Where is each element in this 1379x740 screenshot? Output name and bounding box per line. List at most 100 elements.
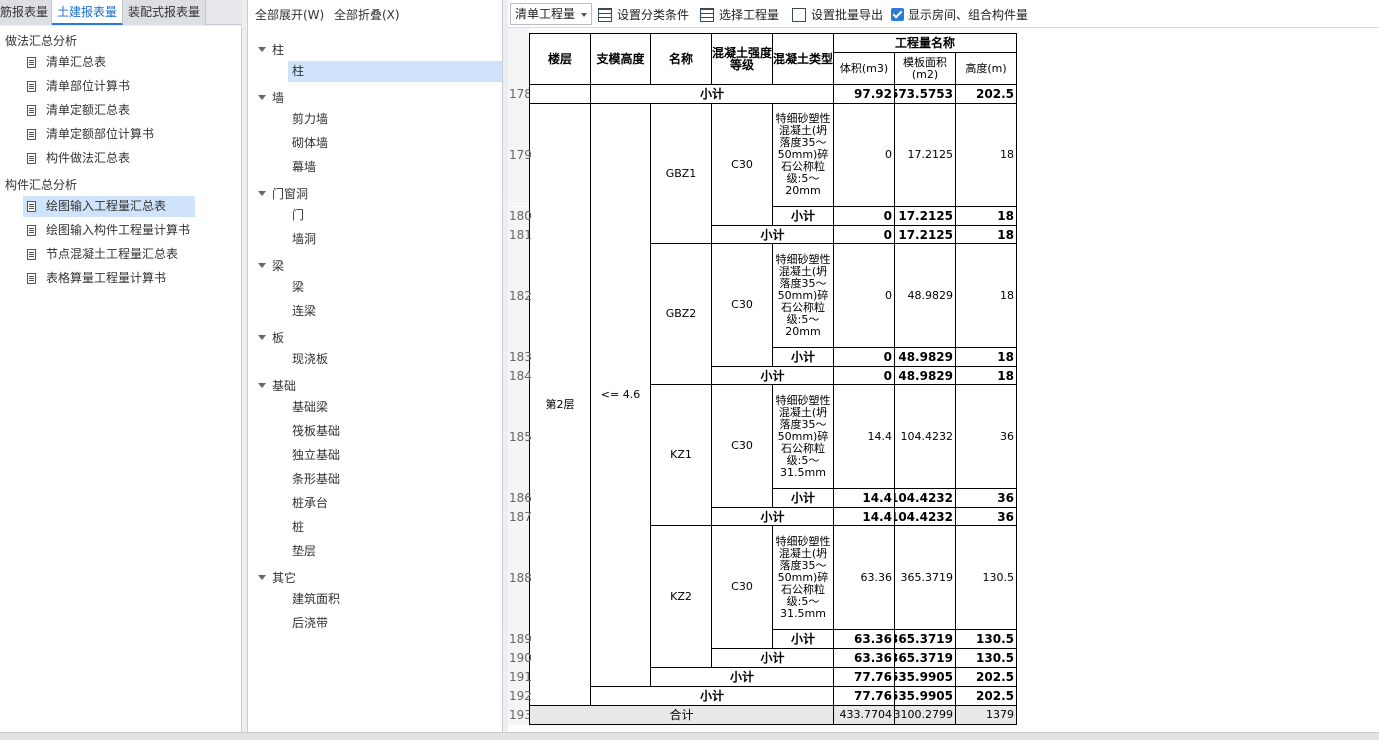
row-number: 178 (508, 85, 532, 104)
row-number: 184 (508, 367, 532, 385)
row-number: 191 (508, 668, 532, 687)
tree-category[interactable]: 其它 (258, 569, 296, 586)
component-name-cell: KZ1 (650, 384, 712, 526)
tree-leaf[interactable]: 独立基础 (288, 445, 344, 466)
tree-leaf[interactable]: 基础梁 (288, 397, 332, 418)
cell-area: 104.4232 (894, 384, 956, 489)
subtotal-label: 小计 (590, 686, 834, 706)
cell-area: 104.4232 (894, 488, 956, 508)
expanded-arrow-icon (258, 263, 266, 268)
row-number: 183 (508, 348, 532, 367)
subtotal-label: 小计 (590, 84, 834, 104)
report-item[interactable]: 清单汇总表 (23, 52, 110, 73)
tree-leaf[interactable]: 梁 (288, 277, 308, 298)
tree-leaf-selected[interactable]: 柱 (288, 61, 502, 82)
tree-category[interactable]: 基础 (258, 377, 296, 394)
cell-height: 18 (955, 347, 1017, 367)
tree-leaf[interactable]: 建筑面积 (288, 589, 344, 610)
tree-leaf[interactable]: 剪力墙 (288, 109, 332, 130)
cell-volume: 0 (833, 103, 895, 207)
subtotal-label: 小计 (711, 225, 834, 244)
cell-area: 365.3719 (894, 629, 956, 649)
subtotal-label: 小计 (650, 667, 834, 687)
tree-leaf[interactable]: 幕墙 (288, 157, 320, 178)
report-table-area: 楼层 支模高度 名称 混凝土强度等级 混凝土类型 工程量名称 体积(m3) 模板… (508, 28, 1379, 732)
tree-leaf[interactable]: 连梁 (288, 301, 320, 322)
report-item[interactable]: 清单定额汇总表 (23, 100, 134, 121)
report-item[interactable]: 节点混凝土工程量汇总表 (23, 244, 182, 265)
expand-all-button[interactable]: 全部展开(W) (255, 6, 324, 23)
tab-prefab-report[interactable]: 装配式报表量 (123, 0, 207, 25)
tree-category[interactable]: 柱 (258, 41, 284, 58)
group-component-summary[interactable]: 构件汇总分析 (5, 176, 77, 193)
row-number: 190 (508, 649, 532, 668)
header-formwork-area: 模板面积(m2) (894, 52, 956, 85)
header-concrete-type: 混凝土类型 (772, 33, 834, 85)
document-icon (27, 129, 36, 140)
cell-area: 17.2125 (894, 225, 956, 244)
subtotal-label: 小计 (711, 366, 834, 385)
report-item[interactable]: 清单部位计算书 (23, 76, 134, 97)
document-icon (27, 105, 36, 116)
tree-leaf[interactable]: 墙洞 (288, 229, 320, 250)
report-tabs: 筋报表量 土建报表量 装配式报表量 (0, 0, 242, 25)
report-item-selected[interactable]: 绘图输入工程量汇总表 (23, 196, 195, 217)
tree-leaf[interactable]: 桩承台 (288, 493, 332, 514)
tree-category[interactable]: 梁 (258, 257, 284, 274)
tree-leaf[interactable]: 垫层 (288, 541, 320, 562)
cell-area: 17.2125 (894, 206, 956, 226)
report-item[interactable]: 构件做法汇总表 (23, 148, 134, 169)
report-item[interactable]: 清单定额部位计算书 (23, 124, 158, 145)
expanded-arrow-icon (258, 575, 266, 580)
header-height: 高度(m) (955, 52, 1017, 85)
cell-height: 36 (955, 488, 1017, 508)
tree-leaf[interactable]: 砌体墙 (288, 133, 332, 154)
tab-rebar-report[interactable]: 筋报表量 (0, 0, 52, 25)
report-item[interactable]: 表格算量工程量计算书 (23, 268, 170, 289)
select-quantity-button[interactable]: 选择工程量 (700, 6, 779, 23)
concrete-type-cell: 特细砂塑性混凝土(坍落度35～50mm)碎石公称粒级:5～20mm (772, 243, 834, 348)
row-number: 180 (508, 207, 532, 226)
tree-category[interactable]: 门窗洞 (258, 185, 308, 202)
subtotal-label: 小计 (772, 629, 834, 649)
cell-volume: 77.76 (833, 686, 895, 706)
tree-leaf[interactable]: 条形基础 (288, 469, 344, 490)
header-support-height: 支模高度 (590, 33, 651, 85)
group-method-summary[interactable]: 做法汇总分析 (5, 32, 77, 49)
cell-volume: 14.4 (833, 384, 895, 489)
cell-volume: 0 (833, 225, 895, 244)
tree-category[interactable]: 板 (258, 329, 284, 346)
horizontal-scrollbar[interactable] (0, 732, 1379, 740)
show-rooms-checkbox[interactable]: 显示房间、组合构件量 (891, 6, 1028, 23)
subtotal-label: 小计 (711, 648, 834, 668)
classify-conditions-button[interactable]: 设置分类条件 (598, 6, 689, 23)
cell-area: 365.3719 (894, 648, 956, 668)
tree-category[interactable]: 墙 (258, 89, 284, 106)
row-number: 181 (508, 226, 532, 244)
report-list-panel: 做法汇总分析 清单汇总表 清单部位计算书 清单定额汇总表 清单定额部位计算书 构… (0, 26, 242, 732)
grade-cell: C30 (711, 525, 773, 649)
tree-leaf[interactable]: 现浇板 (288, 349, 332, 370)
cell-height: 18 (955, 103, 1017, 207)
batch-export-button[interactable]: 设置批量导出 (792, 6, 883, 23)
tree-leaf[interactable]: 筏板基础 (288, 421, 344, 442)
tree-leaf[interactable]: 门 (288, 205, 308, 226)
row-number: 187 (508, 508, 532, 526)
document-icon (27, 225, 36, 236)
cell-area: 48.9829 (894, 366, 956, 385)
cell-height: 202.5 (955, 84, 1017, 104)
tree-leaf[interactable]: 后浇带 (288, 613, 332, 634)
tree-leaf[interactable]: 桩 (288, 517, 308, 538)
cell-volume: 0 (833, 366, 895, 385)
document-icon (27, 273, 36, 284)
expanded-arrow-icon (258, 383, 266, 388)
report-item[interactable]: 绘图输入构件工程量计算书 (23, 220, 194, 241)
cell-volume: 97.92 (833, 84, 895, 104)
cell-area: 104.4232 (894, 507, 956, 526)
cell-volume: 0 (833, 243, 895, 348)
collapse-all-button[interactable]: 全部折叠(X) (334, 6, 400, 23)
tab-civil-report[interactable]: 土建报表量 (52, 0, 124, 25)
floor-cell: 第2层 (529, 103, 591, 706)
quantity-type-dropdown[interactable]: 清单工程量 (510, 3, 592, 25)
row-number: 188 (508, 526, 532, 630)
